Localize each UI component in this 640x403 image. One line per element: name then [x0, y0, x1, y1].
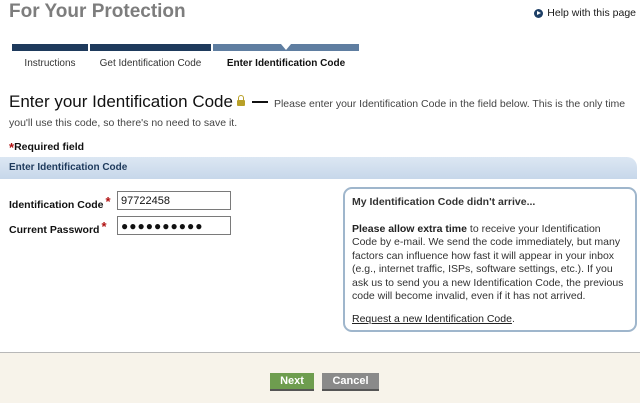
- page-title: For Your Protection: [9, 1, 186, 22]
- lock-icon: [236, 95, 245, 106]
- help-link-label: Help with this page: [547, 7, 636, 19]
- required-star-icon: *: [105, 194, 111, 209]
- period: .: [511, 312, 515, 325]
- play-icon: [534, 8, 544, 18]
- heading-row: Enter your Identification Code Please ent…: [9, 93, 634, 132]
- step-enter-code: Enter Identification Code: [213, 44, 359, 72]
- password-input[interactable]: [117, 216, 231, 235]
- footer-bar: Next Cancel: [0, 352, 640, 403]
- next-button[interactable]: Next: [270, 373, 314, 391]
- section-heading: Enter your Identification Code: [9, 92, 233, 111]
- id-code-label: Identification Code *: [9, 194, 111, 211]
- step-get-code: Get Identification Code: [90, 44, 211, 72]
- info-box: My Identification Code didn't arrive... …: [343, 187, 637, 332]
- step-label: Instructions: [24, 58, 76, 69]
- progress-steps: Instructions Get Identification Code Ent…: [12, 44, 359, 72]
- required-note-label: Required field: [14, 141, 85, 153]
- cancel-button[interactable]: Cancel: [322, 373, 379, 391]
- required-note: *Required field: [9, 138, 85, 155]
- step-bar: [12, 44, 88, 51]
- step-instructions: Instructions: [12, 44, 88, 72]
- step-label: Get Identification Code: [99, 58, 202, 69]
- required-star-icon: *: [101, 219, 107, 234]
- id-code-input[interactable]: [117, 191, 231, 210]
- password-label: Current Password *: [9, 219, 107, 236]
- id-code-label-text: Identification Code: [9, 199, 104, 211]
- current-step-pointer-icon: [281, 44, 291, 50]
- step-label: Enter Identification Code: [226, 58, 346, 69]
- required-star-icon: *: [9, 140, 15, 155]
- password-label-text: Current Password: [9, 224, 100, 236]
- dash-divider: [251, 100, 268, 103]
- info-box-body: Please allow extra time to receive your …: [352, 223, 628, 304]
- step-bar: [90, 44, 211, 51]
- help-link[interactable]: Help with this page: [534, 7, 636, 19]
- section-title: Enter Identification Code: [9, 162, 128, 173]
- section-header: Enter Identification Code: [0, 157, 637, 179]
- info-box-strong: Please allow extra time: [352, 222, 467, 235]
- info-box-title: My Identification Code didn't arrive...: [352, 196, 536, 208]
- request-new-code-link[interactable]: Request a new Identification Code: [352, 313, 512, 327]
